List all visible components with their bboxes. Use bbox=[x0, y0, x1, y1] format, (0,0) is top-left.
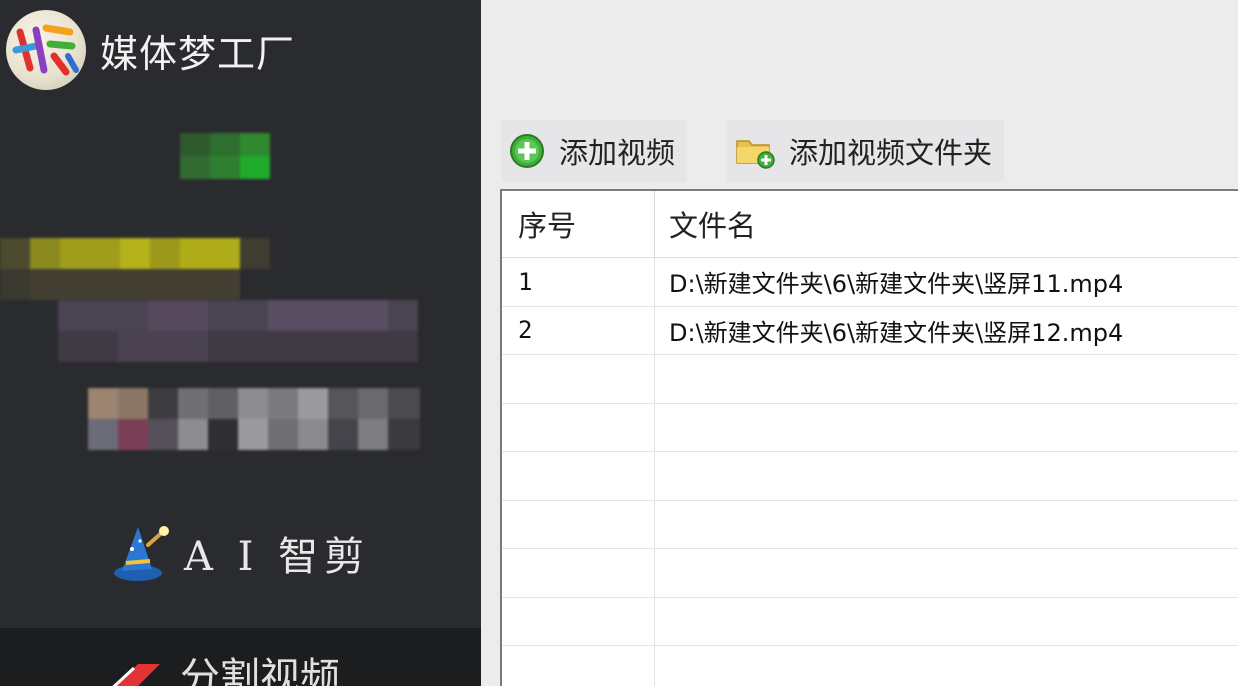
row-filename bbox=[655, 598, 1238, 646]
add-video-label: 添加视频 bbox=[559, 136, 676, 170]
wizard-hat-icon bbox=[114, 526, 169, 581]
blurred-region bbox=[88, 388, 420, 450]
file-table: 序号 文件名 1 D:\新建文件夹\6\新建文件夹\竖屏11.mp4 2 D:\新建文… bbox=[500, 189, 1238, 686]
table-body: 1 D:\新建文件夹\6\新建文件夹\竖屏11.mp4 2 D:\新建文件夹\6\新建… bbox=[502, 258, 1238, 686]
scissors-icon bbox=[112, 664, 160, 686]
row-filename bbox=[655, 355, 1238, 403]
column-header-filename[interactable]: 文件名 bbox=[655, 191, 1238, 257]
nav-item-label: 分割视频 bbox=[180, 655, 340, 686]
row-index bbox=[502, 355, 655, 403]
table-header: 序号 文件名 bbox=[502, 191, 1238, 258]
table-row[interactable]: 2 D:\新建文件夹\6\新建文件夹\竖屏12.mp4 bbox=[502, 306, 1238, 355]
folder-add-icon bbox=[736, 140, 775, 169]
toolbar: 添加视频 添加视频文件夹 bbox=[501, 118, 1044, 184]
add-video-button[interactable]: 添加视频 bbox=[501, 120, 688, 182]
nav-item-ai-clip[interactable]: A I 智剪 bbox=[112, 520, 370, 586]
blurred-region bbox=[0, 238, 270, 300]
row-filename bbox=[655, 646, 1238, 686]
row-filename: D:\新建文件夹\6\新建文件夹\竖屏11.mp4 bbox=[669, 270, 1124, 299]
row-index: 2 bbox=[502, 306, 655, 354]
row-index bbox=[502, 597, 655, 645]
column-header-index[interactable]: 序号 bbox=[502, 191, 655, 257]
blurred-region bbox=[180, 133, 270, 179]
row-index bbox=[502, 500, 655, 548]
table-row[interactable] bbox=[502, 452, 1238, 501]
row-index bbox=[502, 549, 655, 597]
add-video-folder-button[interactable]: 添加视频文件夹 bbox=[727, 120, 1005, 182]
row-filename bbox=[655, 501, 1238, 549]
table-row[interactable] bbox=[502, 500, 1238, 549]
nav-item-split-video-content[interactable]: 分割视频 bbox=[104, 658, 340, 686]
add-video-folder-label: 添加视频文件夹 bbox=[789, 136, 993, 170]
row-index: 1 bbox=[502, 258, 655, 306]
row-index bbox=[502, 452, 655, 500]
row-filename: D:\新建文件夹\6\新建文件夹\竖屏12.mp4 bbox=[669, 318, 1124, 347]
nav-item-label: A I 智剪 bbox=[184, 534, 371, 580]
app-logo bbox=[6, 10, 86, 90]
blurred-region bbox=[58, 300, 418, 362]
table-row[interactable] bbox=[502, 549, 1238, 598]
add-circle-icon bbox=[510, 134, 544, 168]
sidebar: 媒体梦工厂 A I 智剪 分割视频 bbox=[0, 0, 481, 686]
app-header: 媒体梦工厂 bbox=[6, 9, 295, 91]
row-filename bbox=[655, 549, 1238, 597]
table-row[interactable] bbox=[502, 597, 1238, 646]
row-index bbox=[502, 403, 655, 451]
row-filename bbox=[655, 404, 1238, 452]
table-row[interactable] bbox=[502, 403, 1238, 452]
row-index bbox=[502, 646, 655, 686]
app-title: 媒体梦工厂 bbox=[100, 31, 296, 76]
table-row[interactable] bbox=[502, 355, 1238, 404]
table-row[interactable]: 1 D:\新建文件夹\6\新建文件夹\竖屏11.mp4 bbox=[502, 258, 1238, 307]
row-filename bbox=[655, 452, 1238, 500]
table-row[interactable] bbox=[502, 646, 1238, 686]
